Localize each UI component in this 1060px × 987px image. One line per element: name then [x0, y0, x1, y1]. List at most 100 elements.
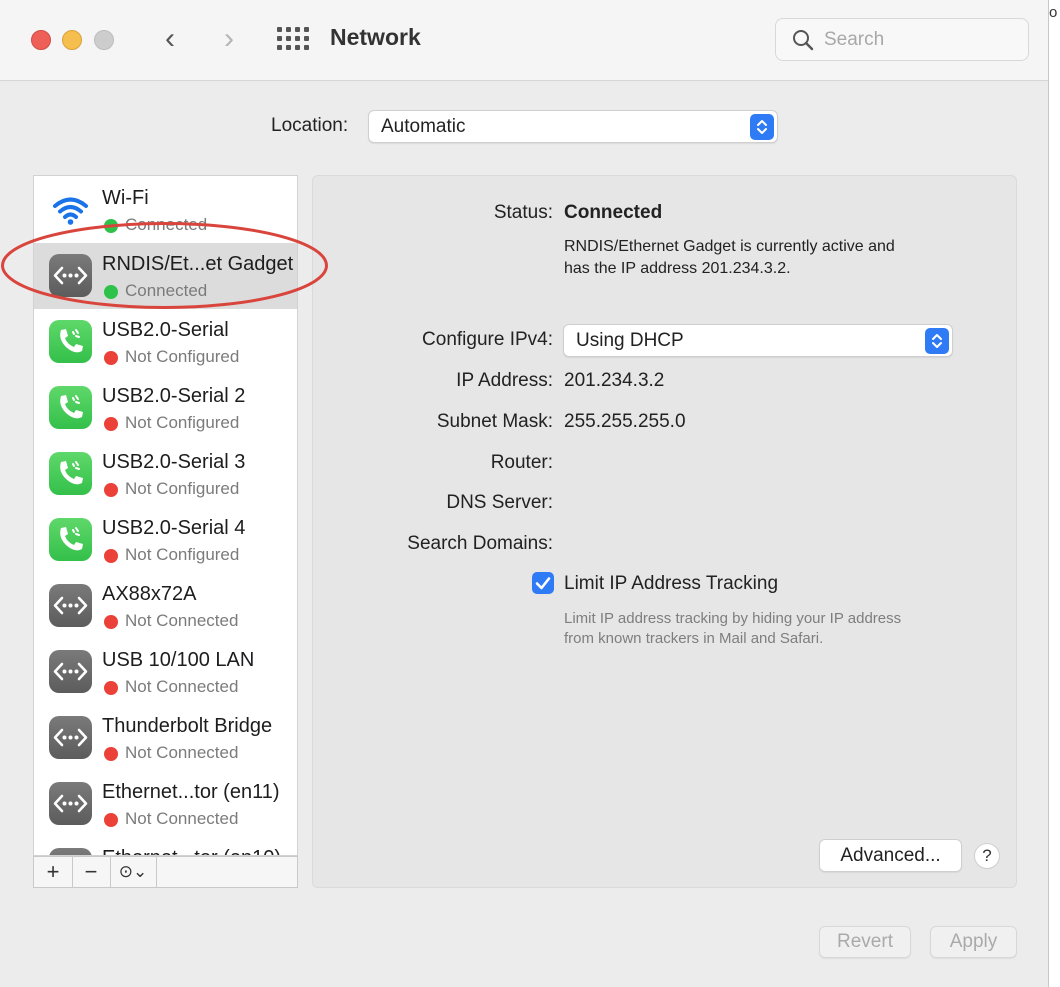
subnet-mask-label: Subnet Mask:: [436, 411, 553, 432]
back-button[interactable]: ‹: [155, 22, 185, 56]
window-title: Network: [330, 24, 421, 50]
service-status: Connected: [125, 215, 208, 234]
service-item-wifi[interactable]: Wi-Fi Connected: [34, 177, 297, 243]
service-name: USB2.0-Serial: [102, 319, 229, 341]
service-item-usb-serial-4[interactable]: USB2.0-Serial 4 Not Configured: [34, 507, 297, 573]
service-list-toolbar: + − ⊙⌄: [33, 856, 298, 888]
phone-modem-icon: [49, 386, 92, 429]
status-dot: [104, 549, 118, 563]
ethernet-icon: [49, 650, 92, 693]
service-status: Not Connected: [125, 743, 239, 762]
limit-tracking-label[interactable]: Limit IP Address Tracking: [564, 573, 778, 595]
status-dot: [104, 417, 118, 431]
checkmark-icon: [535, 577, 551, 590]
search-domains-label: Search Domains:: [407, 533, 553, 554]
service-status: Not Configured: [125, 545, 240, 564]
status-dot: [104, 285, 118, 299]
status-dot: [104, 747, 118, 761]
revert-button[interactable]: Revert: [819, 926, 911, 958]
ethernet-icon: [49, 584, 92, 627]
limit-tracking-checkbox[interactable]: [532, 572, 554, 594]
service-name: USB 10/100 LAN: [102, 649, 255, 671]
service-status: Not Configured: [125, 479, 240, 498]
ethernet-icon: [49, 716, 92, 759]
status-dot: [104, 615, 118, 629]
ethernet-icon: [49, 848, 92, 855]
status-description-line1: RNDIS/Ethernet Gadget is currently activ…: [564, 238, 895, 255]
advanced-button[interactable]: Advanced...: [819, 839, 962, 872]
minimize-window-button[interactable]: [62, 30, 82, 50]
service-status: Connected: [125, 281, 208, 300]
ip-address-value: 201.234.3.2: [564, 370, 665, 391]
status-dot: [104, 483, 118, 497]
service-status: Not Connected: [125, 677, 239, 696]
limit-tracking-note-line1: Limit IP address tracking by hiding your…: [564, 610, 902, 627]
service-name: Thunderbolt Bridge: [102, 715, 273, 737]
remove-service-button[interactable]: −: [72, 857, 111, 887]
service-item-rndis-ethernet-gadget[interactable]: RNDIS/Et...et Gadget Connected: [34, 243, 297, 309]
ethernet-icon: [49, 254, 92, 297]
apply-button[interactable]: Apply: [930, 926, 1017, 958]
phone-modem-icon: [49, 320, 92, 363]
popup-stepper-icon: [750, 114, 774, 140]
location-value: Automatic: [381, 116, 466, 137]
show-all-grid-icon[interactable]: [277, 27, 309, 51]
service-item-ethernet-en11[interactable]: Ethernet...tor (en11) Not Connected: [34, 771, 297, 837]
service-item-ax88x72a[interactable]: AX88x72A Not Connected: [34, 573, 297, 639]
close-window-button[interactable]: [31, 30, 51, 50]
status-label: Status:: [493, 202, 553, 223]
service-name: USB2.0-Serial 4: [102, 517, 246, 539]
service-item-usb-lan[interactable]: USB 10/100 LAN Not Connected: [34, 639, 297, 705]
phone-modem-icon: [49, 452, 92, 495]
service-name: AX88x72A: [102, 583, 197, 605]
service-status: Not Connected: [125, 809, 239, 828]
search-icon: [793, 30, 814, 51]
router-label: Router:: [490, 452, 553, 473]
limit-tracking-note-line2: from known trackers in Mail and Safari.: [564, 630, 824, 647]
service-detail-panel: [312, 175, 1017, 888]
titlebar: ‹ › Network Search: [0, 0, 1048, 81]
background-edge: [1049, 0, 1060, 987]
service-name: USB2.0-Serial 2: [102, 385, 246, 407]
phone-modem-icon: [49, 518, 92, 561]
wifi-icon: [49, 188, 92, 231]
status-dot: [104, 813, 118, 827]
service-name: Wi-Fi: [102, 187, 149, 209]
service-item-usb-serial-2[interactable]: USB2.0-Serial 2 Not Configured: [34, 375, 297, 441]
service-name: Ethernet...tor (en10): [102, 847, 281, 855]
dns-server-label: DNS Server:: [446, 492, 553, 513]
location-popup[interactable]: Automatic: [368, 110, 778, 143]
service-status: Not Configured: [125, 413, 240, 432]
ip-address-label: IP Address:: [456, 370, 553, 391]
forward-button[interactable]: ›: [214, 22, 244, 56]
status-dot: [104, 219, 118, 233]
status-dot: [104, 681, 118, 695]
service-name: RNDIS/Et...et Gadget: [102, 253, 294, 275]
service-status: Not Connected: [125, 611, 239, 630]
service-item-ethernet-en10[interactable]: Ethernet...tor (en10): [34, 837, 297, 855]
service-name: Ethernet...tor (en11): [102, 781, 280, 803]
service-status: Not Configured: [125, 347, 240, 366]
popup-stepper-icon: [925, 328, 949, 354]
subnet-mask-value: 255.255.255.0: [564, 411, 686, 432]
action-menu-button[interactable]: ⊙⌄: [110, 857, 157, 887]
service-list: Wi-Fi Connected RNDIS/Et...et Gadget Con…: [33, 175, 298, 856]
service-name: USB2.0-Serial 3: [102, 451, 246, 473]
search-placeholder: Search: [824, 29, 885, 50]
service-item-usb-serial-3[interactable]: USB2.0-Serial 3 Not Configured: [34, 441, 297, 507]
service-item-thunderbolt-bridge[interactable]: Thunderbolt Bridge Not Connected: [34, 705, 297, 771]
status-value: Connected: [564, 202, 663, 223]
configure-ipv4-label: Configure IPv4:: [422, 329, 553, 350]
location-label: Location:: [271, 115, 349, 136]
status-description-line2: has the IP address 201.234.3.2.: [564, 260, 791, 277]
add-service-button[interactable]: +: [34, 857, 73, 887]
help-button[interactable]: ?: [974, 843, 1000, 869]
configure-ipv4-popup[interactable]: Using DHCP: [563, 324, 953, 357]
configure-ipv4-value: Using DHCP: [576, 330, 684, 351]
background-edge-text: o: [1049, 4, 1058, 21]
status-dot: [104, 351, 118, 365]
ethernet-icon: [49, 782, 92, 825]
zoom-window-button[interactable]: [94, 30, 114, 50]
network-preferences-window: ‹ › Network Search Location: Automatic W…: [0, 0, 1049, 987]
service-item-usb-serial[interactable]: USB2.0-Serial Not Configured: [34, 309, 297, 375]
